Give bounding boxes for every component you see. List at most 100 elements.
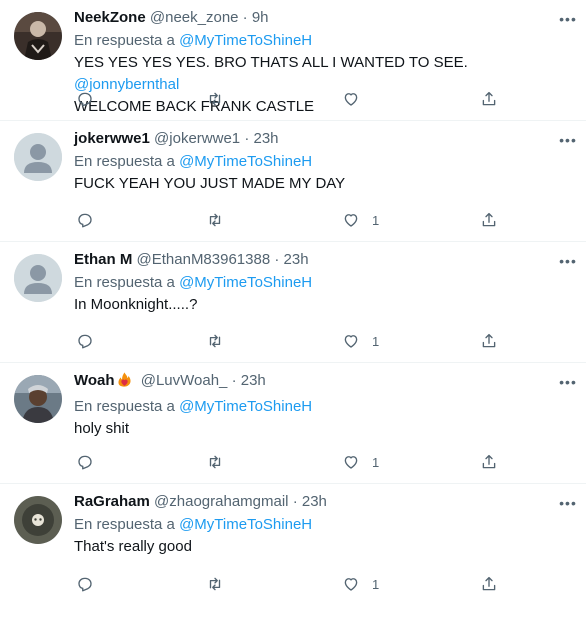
share-icon — [482, 454, 496, 469]
reply-button[interactable] — [76, 574, 94, 594]
tweet-text: That's really good — [74, 538, 192, 555]
share-icon — [482, 333, 496, 348]
separator-dot: · — [244, 130, 250, 147]
share-button[interactable] — [480, 574, 498, 594]
reply-prefix: En respuesta a — [74, 153, 175, 170]
tweet-header: Ethan M @EthanM83961388 · 23h — [74, 250, 572, 270]
tweet-text: FUCK YEAH YOU JUST MADE MY DAY — [74, 175, 346, 192]
tweet-text: holy shit — [74, 420, 130, 437]
timestamp[interactable]: 23h — [302, 493, 327, 510]
retweet-button[interactable] — [206, 89, 224, 109]
share-icon — [482, 212, 496, 227]
reply-context: En respuesta a @MyTimeToShineH — [74, 515, 572, 535]
like-button[interactable]: 1 — [342, 210, 379, 230]
reply-button[interactable] — [76, 89, 94, 109]
reply-icon — [78, 334, 92, 349]
tweet[interactable]: Woah @LuvWoah_ · 23h En respuesta a @MyT… — [0, 363, 586, 484]
tweet-header: RaGraham @zhaograhamgmail · 23h — [74, 492, 572, 512]
display-name[interactable]: Ethan M — [74, 251, 132, 268]
reply-mention-link[interactable]: @MyTimeToShineH — [179, 274, 312, 291]
user-handle[interactable]: @EthanM83961388 — [137, 251, 271, 268]
like-button[interactable]: 1 — [342, 574, 379, 594]
timestamp[interactable]: 23h — [253, 130, 278, 147]
display-name[interactable]: jokerwwe1 — [74, 130, 150, 147]
retweet-icon — [209, 334, 221, 348]
like-button[interactable]: 1 — [342, 452, 379, 472]
share-button[interactable] — [480, 89, 498, 109]
tweet-header: Woah @LuvWoah_ · 23h — [74, 371, 572, 394]
tweet-header: NeekZone @neek_zone · 9h — [74, 8, 572, 28]
tweet[interactable]: Ethan M @EthanM83961388 · 23h En respues… — [0, 242, 586, 363]
retweet-icon — [209, 577, 221, 591]
retweet-button[interactable] — [206, 452, 224, 472]
retweet-icon — [209, 92, 221, 106]
tweet-actions: 1 — [74, 210, 510, 230]
retweet-button[interactable] — [206, 210, 224, 230]
like-count: 1 — [372, 576, 380, 592]
retweet-icon — [209, 455, 221, 469]
display-name[interactable]: Woah — [74, 372, 115, 389]
reply-icon — [78, 213, 92, 228]
reply-button[interactable] — [76, 452, 94, 472]
timestamp[interactable]: 23h — [241, 372, 266, 389]
reply-prefix: En respuesta a — [74, 516, 175, 533]
avatar[interactable] — [14, 254, 62, 302]
tweet-actions: 1 — [74, 331, 510, 351]
heart-icon — [344, 578, 358, 591]
share-button[interactable] — [480, 452, 498, 472]
share-icon — [482, 91, 496, 106]
separator-dot: · — [242, 9, 248, 26]
reply-mention-link[interactable]: @MyTimeToShineH — [179, 32, 312, 49]
more-options-icon[interactable]: ••• — [558, 132, 578, 148]
avatar[interactable] — [14, 496, 62, 544]
like-count: 1 — [372, 212, 380, 228]
retweet-icon — [209, 213, 221, 227]
timestamp[interactable]: 23h — [284, 251, 309, 268]
more-options-icon[interactable]: ••• — [558, 495, 578, 511]
reply-prefix: En respuesta a — [74, 274, 175, 291]
like-button[interactable] — [342, 89, 372, 109]
heart-icon — [344, 335, 358, 348]
reply-button[interactable] — [76, 210, 94, 230]
reply-mention-link[interactable]: @MyTimeToShineH — [179, 516, 312, 533]
share-icon — [482, 576, 496, 591]
reply-context: En respuesta a @MyTimeToShineH — [74, 397, 572, 417]
avatar[interactable] — [14, 12, 62, 60]
reply-mention-link[interactable]: @MyTimeToShineH — [179, 153, 312, 170]
reply-prefix: En respuesta a — [74, 398, 175, 415]
timestamp[interactable]: 9h — [252, 9, 269, 26]
display-name[interactable]: RaGraham — [74, 493, 150, 510]
reply-button[interactable] — [76, 331, 94, 351]
user-handle[interactable]: @jokerwwe1 — [154, 130, 240, 147]
reply-context: En respuesta a @MyTimeToShineH — [74, 273, 572, 293]
retweet-button[interactable] — [206, 574, 224, 594]
share-button[interactable] — [480, 331, 498, 351]
display-name[interactable]: NeekZone — [74, 9, 146, 26]
more-options-icon[interactable]: ••• — [558, 374, 578, 390]
heart-icon — [344, 456, 358, 469]
user-handle[interactable]: @neek_zone — [150, 9, 239, 26]
reply-context: En respuesta a @MyTimeToShineH — [74, 152, 572, 172]
like-count: 1 — [372, 454, 380, 470]
heart-icon — [344, 214, 358, 227]
like-button[interactable]: 1 — [342, 331, 379, 351]
avatar[interactable] — [14, 133, 62, 181]
tweet-text: In Moonknight.....? — [74, 296, 198, 313]
more-options-icon[interactable]: ••• — [558, 253, 578, 269]
separator-dot: · — [231, 372, 237, 389]
tweet[interactable]: NeekZone @neek_zone · 9h En respuesta a … — [0, 0, 586, 121]
avatar[interactable] — [14, 375, 62, 423]
tweet-actions: 1 — [74, 452, 510, 472]
tweet[interactable]: RaGraham @zhaograhamgmail · 23h En respu… — [0, 484, 586, 605]
user-handle[interactable]: @LuvWoah_ — [141, 372, 228, 389]
user-handle[interactable]: @zhaograhamgmail — [154, 493, 288, 510]
retweet-button[interactable] — [206, 331, 224, 351]
tweet[interactable]: jokerwwe1 @jokerwwe1 · 23h En respuesta … — [0, 121, 586, 242]
reply-icon — [78, 455, 92, 470]
separator-dot: · — [274, 251, 280, 268]
more-options-icon[interactable]: ••• — [558, 11, 578, 27]
reply-mention-link[interactable]: @MyTimeToShineH — [179, 398, 312, 415]
heart-on-fire-emoji-icon — [116, 371, 133, 394]
reply-prefix: En respuesta a — [74, 32, 175, 49]
share-button[interactable] — [480, 210, 498, 230]
